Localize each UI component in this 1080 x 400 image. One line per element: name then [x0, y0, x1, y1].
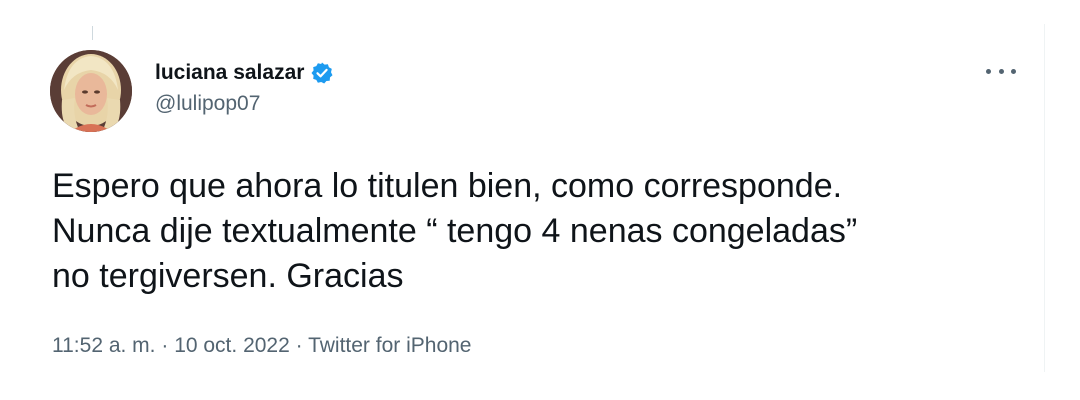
avatar[interactable]: [50, 50, 132, 132]
display-name[interactable]: luciana salazar: [155, 61, 304, 85]
tweet-date[interactable]: 10 oct. 2022: [174, 334, 290, 357]
tweet-text-line: Espero que ahora lo titulen bien, como c…: [52, 167, 843, 205]
more-options-icon[interactable]: [986, 58, 1016, 84]
tweet-text: Espero que ahora lo titulen bien, como c…: [52, 164, 1032, 299]
tweet-card: luciana salazar @lulipop07 Espero que ah…: [0, 0, 1080, 400]
tweet-text-line: no tergiversen. Gracias: [52, 257, 404, 295]
tweet-source: Twitter for iPhone: [308, 334, 472, 357]
tweet-text-line: Nunca dije textualmente “ tengo 4 nenas …: [52, 212, 858, 250]
dot-icon: [1011, 68, 1016, 74]
dot-icon: [998, 68, 1004, 74]
meta-separator: ·: [155, 334, 175, 357]
tweet-time[interactable]: 11:52 a. m.: [52, 334, 156, 357]
tweet-metadata: 11:52 a. m. · 10 oct. 2022 · Twitter for…: [52, 334, 471, 358]
verified-badge-icon: [310, 61, 334, 85]
meta-separator: ·: [289, 334, 309, 357]
thread-line: [92, 26, 93, 40]
user-handle[interactable]: @lulipop07: [155, 92, 260, 116]
divider: [1044, 24, 1045, 372]
author-name-row[interactable]: luciana salazar: [155, 58, 334, 88]
dot-icon: [986, 68, 991, 74]
